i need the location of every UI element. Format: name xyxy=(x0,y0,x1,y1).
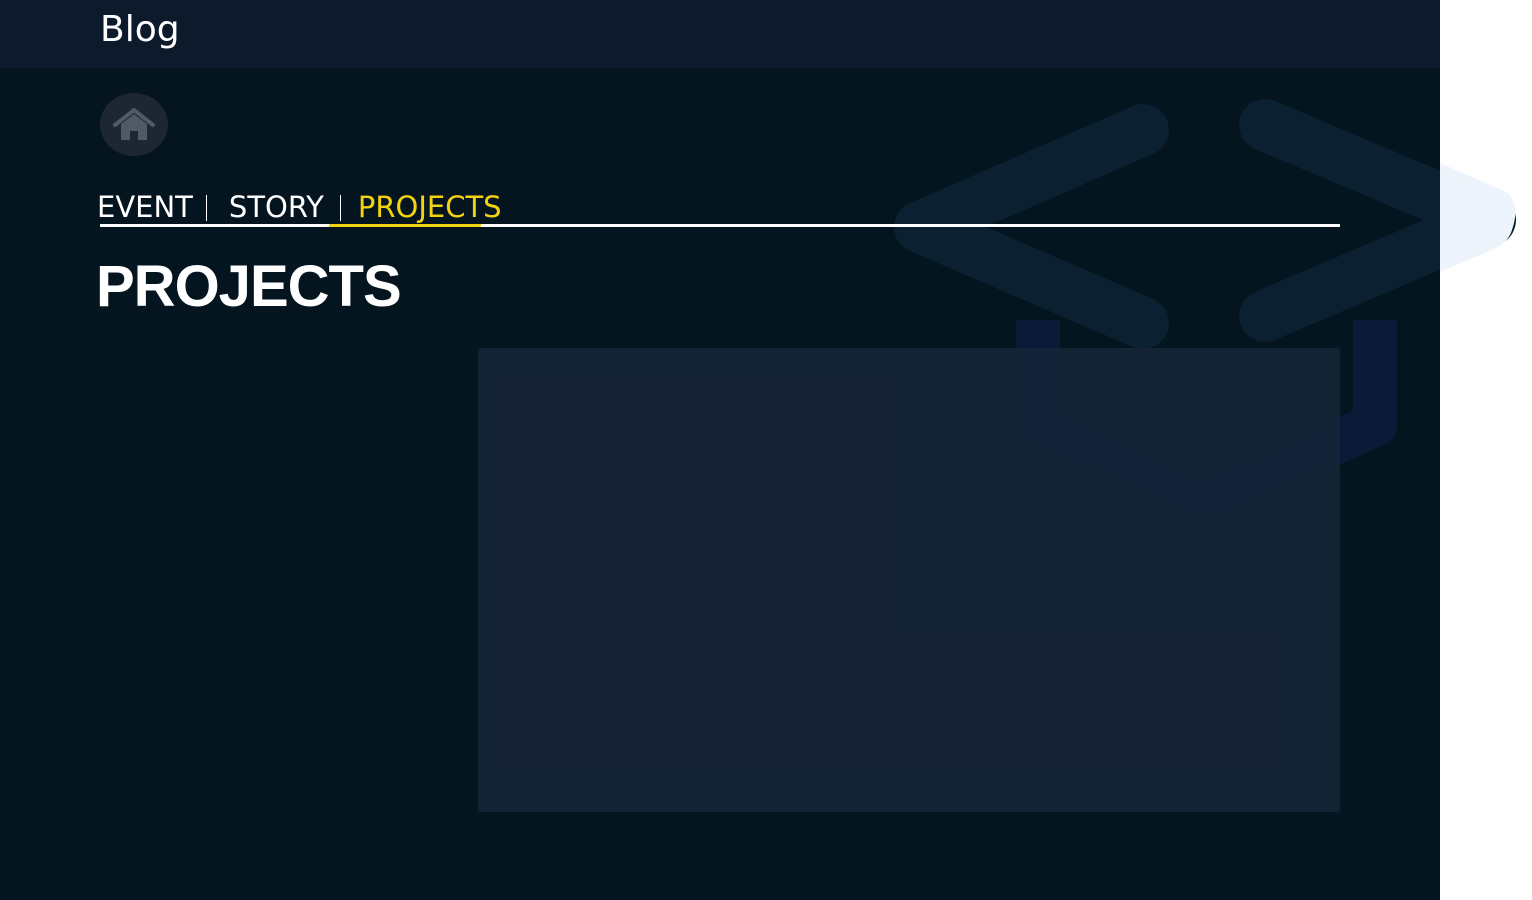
tab-divider xyxy=(205,195,207,221)
right-margin-deco xyxy=(1440,163,1516,272)
home-icon xyxy=(113,107,155,140)
active-tab-indicator xyxy=(329,224,481,227)
tab-event[interactable]: EVENT xyxy=(97,188,193,226)
top-bar: Blog xyxy=(0,0,1440,68)
category-tabs: EVENT STORY PROJECTS xyxy=(97,188,502,228)
content-panel xyxy=(478,348,1340,812)
site-title[interactable]: Blog xyxy=(100,8,180,52)
tab-divider xyxy=(339,195,341,221)
home-button[interactable] xyxy=(100,93,168,156)
page-title: PROJECTS xyxy=(96,254,402,319)
page: Blog EVENT STORY PROJECTS PROJECTS xyxy=(0,0,1516,900)
tab-story[interactable]: STORY xyxy=(229,188,324,226)
tabs-underline xyxy=(100,224,1340,227)
tab-projects[interactable]: PROJECTS xyxy=(358,188,502,226)
